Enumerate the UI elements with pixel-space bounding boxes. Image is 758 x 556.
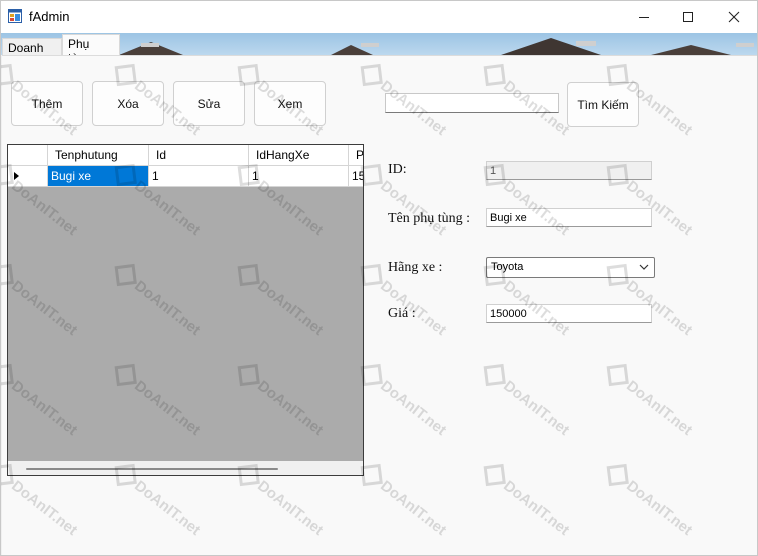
search-button[interactable]: Tìm Kiếm xyxy=(567,82,639,127)
id-field[interactable] xyxy=(486,161,652,180)
app-form-icon xyxy=(8,9,22,23)
table-row[interactable]: Bugi xe 1 1 15 xyxy=(8,166,363,187)
add-button[interactable]: Thêm xyxy=(11,81,83,126)
cell-price[interactable]: 15 xyxy=(349,166,363,186)
horizontal-scrollbar[interactable] xyxy=(8,461,363,475)
tab-strip: Doanh thu Phụ tùng xyxy=(1,33,757,55)
title-bar[interactable]: fAdmin xyxy=(1,1,757,33)
delete-button[interactable]: Xóa xyxy=(92,81,164,126)
parts-grid[interactable]: Tenphutung Id IdHangXe Pr Bugi xe 1 1 15 xyxy=(7,144,364,476)
row-header[interactable] xyxy=(8,166,48,186)
grid-header: Tenphutung Id IdHangXe Pr xyxy=(8,145,363,166)
maximize-button[interactable] xyxy=(665,1,711,33)
window-title: fAdmin xyxy=(29,9,70,24)
part-name-field[interactable] xyxy=(486,208,652,227)
car-brand-label: Hãng xe : xyxy=(388,260,443,275)
scrollbar-thumb[interactable] xyxy=(26,468,278,470)
parts-panel: Thêm Xóa Sửa Xem Tìm Kiếm Tenphutung Id … xyxy=(2,55,757,555)
id-label: ID: xyxy=(388,162,407,177)
car-brand-select[interactable]: Toyota xyxy=(486,257,655,278)
column-header-price[interactable]: Pr xyxy=(349,145,363,166)
column-header-id[interactable]: Id xyxy=(149,145,249,166)
search-input[interactable] xyxy=(385,93,559,113)
part-name-label: Tên phụ tùng : xyxy=(388,211,471,226)
grid-corner-header[interactable] xyxy=(8,145,48,166)
tab-parts[interactable]: Phụ tùng xyxy=(62,34,120,55)
column-header-idhangxe[interactable]: IdHangXe xyxy=(249,145,349,166)
price-label: Giá : xyxy=(388,306,416,321)
tab-revenue[interactable]: Doanh thu xyxy=(2,38,62,55)
close-icon xyxy=(728,11,740,23)
column-header-tenphutung[interactable]: Tenphutung xyxy=(48,145,149,166)
close-button[interactable] xyxy=(711,1,757,33)
cell-tenphutung[interactable]: Bugi xe xyxy=(48,166,149,186)
current-row-arrow-icon xyxy=(14,172,19,180)
chevron-down-icon xyxy=(639,264,649,270)
car-brand-value: Toyota xyxy=(491,261,524,273)
view-button[interactable]: Xem xyxy=(254,81,326,126)
minimize-button[interactable] xyxy=(621,1,667,33)
edit-button[interactable]: Sửa xyxy=(173,81,245,126)
price-field[interactable] xyxy=(486,304,652,323)
cell-idhangxe[interactable]: 1 xyxy=(249,166,349,186)
minimize-icon xyxy=(639,17,649,18)
fadmin-window: fAdmin Doanh thu Phụ tùng Thêm Xóa Sửa X… xyxy=(0,0,758,556)
cell-id[interactable]: 1 xyxy=(149,166,249,186)
maximize-icon xyxy=(683,12,693,22)
